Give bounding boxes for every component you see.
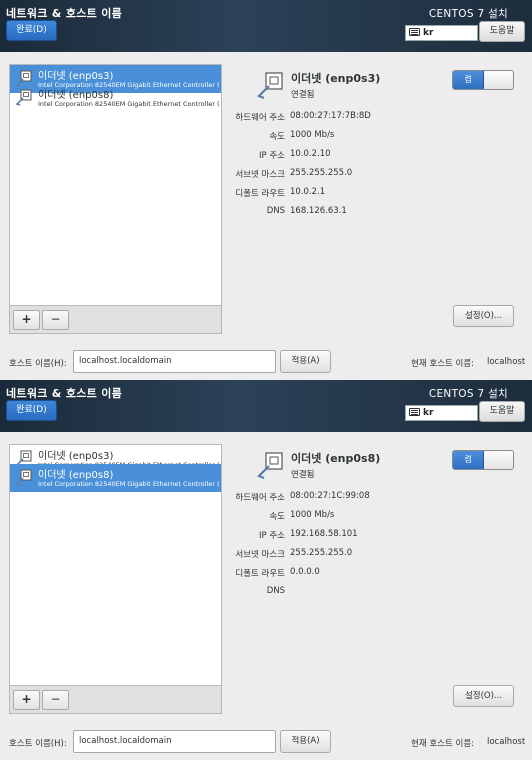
apply-button[interactable]: 적용(A): [280, 730, 331, 753]
detail-label: DNS: [266, 586, 285, 596]
detail-value: 168.126.63.1: [290, 206, 347, 216]
list-toolbar: + −: [9, 686, 222, 714]
interface-list: 이더넷 (enp0s3) Intel Corporation 82540EM G…: [9, 64, 222, 306]
connection-toggle[interactable]: 켬: [452, 70, 514, 90]
keyboard-icon: [409, 28, 420, 36]
detail-value: 255.255.255.0: [290, 548, 353, 558]
help-button[interactable]: 도움말: [479, 401, 525, 422]
detail-value: 1000 Mb/s: [290, 130, 335, 140]
detail-label: 하드웨어 주소: [235, 493, 285, 503]
detail-label: 속도: [269, 512, 285, 522]
toggle-on-label: 켬: [453, 71, 484, 89]
help-button[interactable]: 도움말: [479, 21, 525, 42]
detail-value: 08:00:27:1C:99:08: [290, 491, 370, 501]
detail-value: 08:00:27:17:7B:8D: [290, 111, 371, 121]
interface-name: 이더넷 (enp0s8): [38, 470, 114, 481]
interface-description: Intel Corporation 82540EM Gigabit Ethern…: [38, 100, 220, 108]
detail-label: 서브넷 마스크: [235, 170, 285, 180]
device-name: 이더넷 (enp0s8): [291, 452, 381, 465]
current-hostname-value: localhost: [487, 357, 526, 367]
page-title: 네트워크 & 호스트 이름: [6, 7, 123, 20]
settings-button[interactable]: 설정(O)...: [453, 305, 514, 327]
detail-label: 하드웨어 주소: [235, 113, 285, 123]
apply-button[interactable]: 적용(A): [280, 350, 331, 373]
hostname-input[interactable]: localhost.localdomain: [73, 350, 276, 373]
detail-value: 192.168.58.101: [290, 529, 358, 539]
network-card-icon: [13, 468, 33, 488]
add-interface-button[interactable]: +: [13, 310, 40, 330]
device-name: 이더넷 (enp0s3): [291, 72, 381, 85]
detail-label: 서브넷 마스크: [235, 550, 285, 560]
hostname-input[interactable]: localhost.localdomain: [73, 730, 276, 753]
hostname-label: 호스트 이름(H):: [9, 739, 67, 749]
interface-description: Intel Corporation 82540EM Gigabit Ethern…: [38, 480, 220, 488]
detail-label: 디폴트 라우트: [235, 189, 285, 199]
interface-name: 이더넷 (enp0s3): [38, 71, 114, 82]
detail-label: 디폴트 라우트: [235, 569, 285, 579]
header-bar: 네트워크 & 호스트 이름 완료(D) CENTOS 7 설치 kr 도움말: [0, 380, 532, 432]
hostname-label: 호스트 이름(H):: [9, 359, 67, 369]
keyboard-layout-indicator[interactable]: kr: [405, 405, 478, 421]
interface-list: 이더넷 (enp0s3) Intel Corporation 82540EM G…: [9, 444, 222, 686]
detail-label: IP 주소: [259, 151, 285, 161]
add-interface-button[interactable]: +: [13, 690, 40, 710]
detail-label: DNS: [266, 206, 285, 216]
settings-button[interactable]: 설정(O)...: [453, 685, 514, 707]
detail-label: 속도: [269, 132, 285, 142]
network-card-icon: [253, 450, 285, 482]
detail-value: 10.0.2.10: [290, 149, 331, 159]
product-title: CENTOS 7 설치: [428, 8, 508, 20]
detail-value: 10.0.2.1: [290, 187, 326, 197]
current-hostname-label: 현재 호스트 이름:: [411, 739, 475, 749]
remove-interface-button[interactable]: −: [42, 310, 69, 330]
current-hostname-value: localhost: [487, 737, 526, 747]
interface-name: 이더넷 (enp0s3): [38, 451, 114, 462]
interface-list-item[interactable]: 이더넷 (enp0s8) Intel Corporation 82540EM G…: [10, 464, 221, 492]
keyboard-icon: [409, 408, 420, 416]
installer-screen-1: 네트워크 & 호스트 이름 완료(D) CENTOS 7 설치 kr 도움말 이…: [0, 0, 532, 380]
remove-interface-button[interactable]: −: [42, 690, 69, 710]
list-toolbar: + −: [9, 306, 222, 334]
connection-status: 연결됨: [291, 90, 315, 100]
toggle-on-label: 켬: [453, 451, 484, 469]
detail-value: 255.255.255.0: [290, 168, 353, 178]
current-hostname-label: 현재 호스트 이름:: [411, 359, 475, 369]
keyboard-layout-label: kr: [423, 408, 434, 418]
network-card-icon: [253, 70, 285, 102]
detail-value: 0.0.0.0: [290, 567, 320, 577]
keyboard-layout-indicator[interactable]: kr: [405, 25, 478, 41]
connection-status: 연결됨: [291, 470, 315, 480]
page-title: 네트워크 & 호스트 이름: [6, 387, 123, 400]
done-button[interactable]: 완료(D): [6, 400, 57, 421]
done-button[interactable]: 완료(D): [6, 20, 57, 41]
installer-screen-2: 네트워크 & 호스트 이름 완료(D) CENTOS 7 설치 kr 도움말 이…: [0, 380, 532, 760]
connection-toggle[interactable]: 켬: [452, 450, 514, 470]
keyboard-layout-label: kr: [423, 28, 434, 38]
detail-value: 1000 Mb/s: [290, 510, 335, 520]
network-card-icon: [13, 88, 33, 108]
product-title: CENTOS 7 설치: [428, 388, 508, 400]
interface-name: 이더넷 (enp0s8): [38, 90, 114, 101]
header-bar: 네트워크 & 호스트 이름 완료(D) CENTOS 7 설치 kr 도움말: [0, 0, 532, 52]
interface-list-item[interactable]: 이더넷 (enp0s8) Intel Corporation 82540EM G…: [10, 84, 221, 112]
detail-label: IP 주소: [259, 531, 285, 541]
